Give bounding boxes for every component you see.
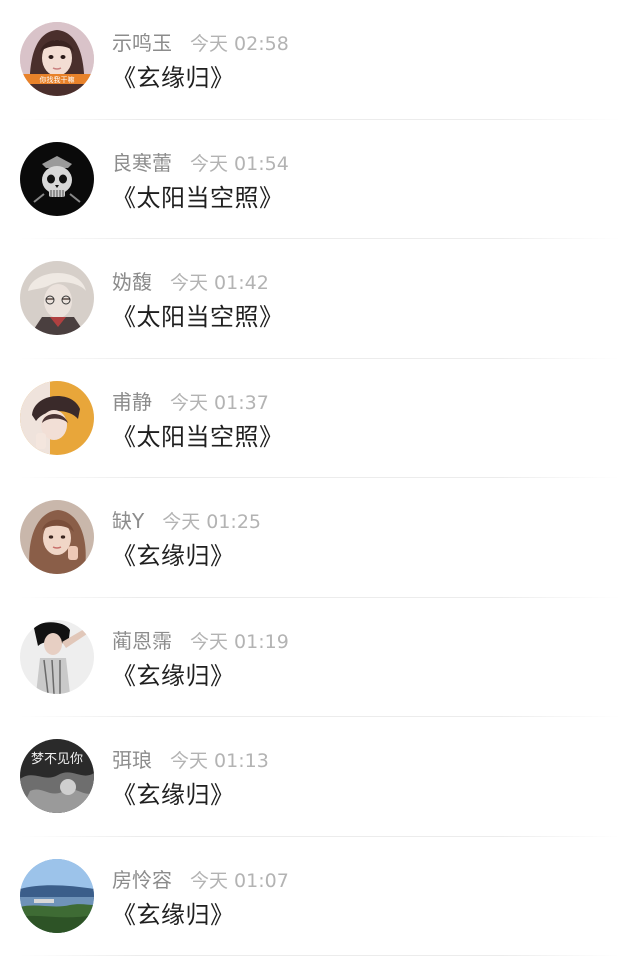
sender-name[interactable]: 弭琅 — [112, 744, 152, 773]
message-item[interactable]: 良寒蕾 今天 01:54 《太阳当空照》 — [0, 120, 640, 239]
sender-name[interactable]: 示鸣玉 — [112, 27, 172, 56]
message-text[interactable]: 《玄缘归》 — [112, 775, 235, 810]
message-time: 今天 01:25 — [162, 511, 262, 533]
message-item[interactable]: 你找我干嘛 示鸣玉 今天 02:58 《玄缘归》 — [0, 0, 640, 120]
sender-name[interactable]: 妫馥 — [112, 266, 152, 295]
woman-fashion-avatar[interactable] — [20, 619, 94, 694]
woman-portrait-avatar[interactable] — [20, 500, 94, 574]
message-text[interactable]: 《玄缘归》 — [112, 536, 235, 571]
landscape-avatar[interactable] — [20, 858, 94, 933]
message-item[interactable]: 缺Y 今天 01:25 《玄缘归》 — [0, 478, 640, 598]
monochrome-art-avatar[interactable]: 梦不见你 — [20, 739, 94, 813]
message-item[interactable]: 妫馥 今天 01:42 《太阳当空照》 — [0, 239, 640, 359]
message-item[interactable]: 蔺恩霈 今天 01:19 《玄缘归》 — [0, 598, 640, 717]
message-list: 你找我干嘛 示鸣玉 今天 02:58 《玄缘归》 良寒蕾 今天 01:54 《太… — [0, 0, 640, 960]
message-text[interactable]: 《玄缘归》 — [112, 895, 235, 930]
sender-name[interactable]: 房怜容 — [112, 864, 172, 893]
sender-name[interactable]: 良寒蕾 — [112, 147, 172, 176]
message-time: 今天 01:07 — [190, 869, 289, 892]
sender-name[interactable]: 蔺恩霈 — [112, 625, 172, 654]
sender-name[interactable]: 缺Y — [112, 505, 144, 534]
message-text[interactable]: 《玄缘归》 — [112, 656, 235, 691]
skull-avatar[interactable] — [20, 141, 94, 216]
hooded-girl-avatar[interactable] — [20, 380, 94, 455]
avatar-caption: 梦不见你 — [31, 752, 83, 767]
message-time: 今天 02:58 — [190, 33, 289, 55]
message-item[interactable]: 梦不见你 弭琅 今天 01:13 《玄缘归》 — [0, 717, 640, 837]
anime-boy-avatar[interactable] — [20, 261, 94, 335]
message-text[interactable]: 《太阳当空照》 — [112, 297, 284, 332]
message-time: 今天 01:54 — [190, 152, 289, 175]
avatar-caption: 你找我干嘛 — [40, 75, 75, 84]
message-time: 今天 01:37 — [170, 391, 269, 414]
message-text[interactable]: 《太阳当空照》 — [112, 178, 284, 213]
girl-selfie-avatar[interactable]: 你找我干嘛 — [20, 22, 94, 96]
message-time: 今天 01:42 — [170, 272, 269, 294]
message-item[interactable]: 房怜容 今天 01:07 《玄缘归》 — [0, 837, 640, 956]
divider — [20, 955, 620, 956]
message-text[interactable]: 《玄缘归》 — [112, 58, 235, 93]
message-text[interactable]: 《太阳当空照》 — [112, 417, 284, 452]
sender-name[interactable]: 甫静 — [112, 386, 152, 415]
message-item[interactable]: 甫静 今天 01:37 《太阳当空照》 — [0, 359, 640, 478]
message-time: 今天 01:19 — [190, 630, 289, 653]
message-time: 今天 01:13 — [170, 750, 269, 772]
